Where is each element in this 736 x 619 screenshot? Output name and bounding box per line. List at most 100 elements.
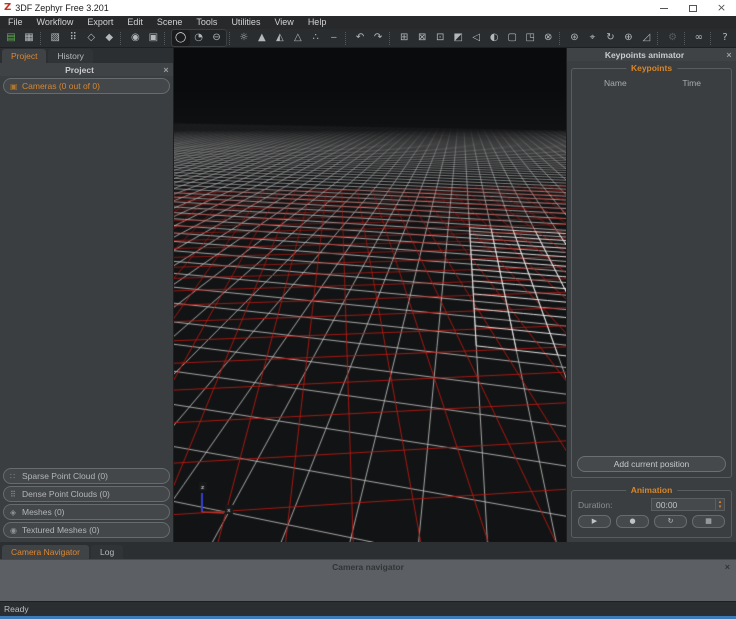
keypoints-list[interactable] [572,88,731,456]
toolbar-separator [164,32,167,45]
textured-meshes-item[interactable]: ◉Textured Meshes (0) [3,522,170,538]
play-button[interactable]: ▶ [578,515,611,528]
spinner-down-icon[interactable]: ▾ [719,505,722,510]
stereo-view-icon[interactable]: ∞ [690,30,708,46]
record-button[interactable]: ● [616,515,649,528]
select-rect-icon[interactable]: ⊡ [431,30,449,46]
keypoints-group: Keypoints Name Time Add current position [571,68,732,478]
left-tab-bar: ProjectHistory [0,48,173,63]
camera-icon: ▣ [10,82,22,91]
toolbar-separator [389,32,392,45]
lighting-icon[interactable]: ☼ [235,30,253,46]
cameras-item[interactable]: ▣ Cameras (0 out of 0) [3,78,170,94]
select-polygon-icon[interactable]: ◁ [467,30,485,46]
tab-project[interactable]: Project [2,49,46,63]
save-animation-button[interactable]: ▦ [692,515,725,528]
menu-scene[interactable]: Scene [150,16,190,29]
save-project-icon[interactable]: ▦ [20,30,38,46]
dense-point-clouds-icon: ⠿ [10,490,22,499]
keypoints-animator-panel: Keypoints animator × Keypoints Name Time… [566,48,736,542]
toolbar-separator [229,32,232,45]
density-dropdown-icon[interactable]: ‒ [325,30,343,46]
duration-spinner[interactable]: ▴ ▾ [715,499,724,510]
point-cloud-icon[interactable]: ⠿ [64,30,82,46]
tab-history[interactable]: History [48,49,92,63]
menu-workflow[interactable]: Workflow [30,16,81,29]
camera-navigator-close-icon[interactable]: × [725,562,730,572]
duration-value: 00:00 [652,500,715,510]
toolbar-group: ▧⠿◇◆ [46,30,118,46]
minimize-button[interactable] [649,0,678,16]
dense-point-clouds-item[interactable]: ⠿Dense Point Clouds (0) [3,486,170,502]
toolbar-group: ◯◔⊖ [171,29,227,47]
close-button[interactable]: × [707,0,736,16]
toolbar-group: ⊛⌖↻⊕◿ [565,30,655,46]
pivot-pin-icon[interactable]: ⌖ [583,30,601,46]
keypoints-animator-close-icon[interactable]: × [722,50,736,60]
lod-high-icon[interactable]: ▲ [253,30,271,46]
select-cursor-icon[interactable]: ⊞ [395,30,413,46]
menu-file[interactable]: File [1,16,30,29]
camera-navigator-title: Camera navigator [0,562,736,572]
viewport-container [174,48,566,542]
select-area-icon[interactable]: ▧ [46,30,64,46]
toolbar-separator [120,32,123,45]
project-tree-area[interactable] [3,96,170,468]
loop-button[interactable]: ↻ [654,515,687,528]
menu-export[interactable]: Export [80,16,120,29]
status-text: Ready [4,604,29,614]
lod-low-icon[interactable]: △ [289,30,307,46]
toolbar-group: ☼▲◭△∴‒ [235,30,343,46]
toolbar-group: ◉▣ [126,30,162,46]
deselect-cursor-icon[interactable]: ⊠ [413,30,431,46]
select-plane-icon[interactable]: ◩ [449,30,467,46]
wireframe-mesh-icon[interactable]: ◇ [82,30,100,46]
solid-mesh-icon[interactable]: ◆ [100,30,118,46]
measure-icon[interactable]: ◿ [637,30,655,46]
viewport-3d[interactable] [174,48,566,542]
rotate-mode-icon[interactable]: ◔ [190,30,208,46]
toolbar-separator [559,32,562,45]
tab-log[interactable]: Log [91,545,123,559]
orbit-gizmo-icon[interactable]: ⊛ [565,30,583,46]
add-current-position-button[interactable]: Add current position [577,456,726,472]
menu-edit[interactable]: Edit [120,16,150,29]
invert-selection-icon[interactable]: ◐ [485,30,503,46]
project-panel: ProjectHistory Project × ▣ Cameras (0 ou… [0,48,174,542]
animation-group: Animation Duration: 00:00 ▴ ▾ ▶●↻▦ [571,490,732,538]
keypoints-animator-header: Keypoints animator × [567,48,736,61]
lod-medium-icon[interactable]: ◭ [271,30,289,46]
menu-help[interactable]: Help [301,16,334,29]
textured-meshes-item-label: Textured Meshes (0) [22,525,99,535]
textured-mesh-icon[interactable]: ◉ [126,30,144,46]
menu-view[interactable]: View [267,16,300,29]
open-project-icon[interactable]: ▤ [2,30,20,46]
animation-buttons-row: ▶ ● ↻ ▦ [572,511,731,528]
meshes-item[interactable]: ◈Meshes (0) [3,504,170,520]
delete-selection-icon[interactable]: ⊗ [539,30,557,46]
toolbar: ▤▦▧⠿◇◆◉▣◯◔⊖☼▲◭△∴‒↶↷⊞⊠⊡◩◁◐▢◳⊗⊛⌖↻⊕◿⚙∞? [0,29,736,48]
undo-icon[interactable]: ↶ [351,30,369,46]
tab-camera-navigator[interactable]: Camera Navigator [2,545,89,559]
show-selection-icon[interactable]: ▢ [503,30,521,46]
redo-icon[interactable]: ↷ [369,30,387,46]
maximize-button[interactable] [678,0,707,16]
orbit-mode-icon[interactable]: ◯ [172,30,190,46]
menu-bar: FileWorkflowExportEditSceneToolsUtilitie… [0,16,736,29]
keypoints-column-name: Name [604,78,627,88]
project-panel-body: ▣ Cameras (0 out of 0) ∷Sparse Point Clo… [0,76,173,542]
move-object-icon[interactable]: ⊕ [619,30,637,46]
point-density-icon[interactable]: ∴ [307,30,325,46]
textured-meshes-icon: ◉ [10,526,22,535]
sparse-point-cloud-item[interactable]: ∷Sparse Point Cloud (0) [3,468,170,484]
menu-utilities[interactable]: Utilities [224,16,267,29]
project-panel-close-icon[interactable]: × [159,65,173,75]
menu-tools[interactable]: Tools [189,16,224,29]
duration-label: Duration: [578,500,613,510]
help-icon[interactable]: ? [716,30,734,46]
camera-view-icon[interactable]: ▣ [144,30,162,46]
duration-spinbox[interactable]: 00:00 ▴ ▾ [651,498,725,511]
pan-mode-icon[interactable]: ⊖ [208,30,226,46]
crop-selection-icon[interactable]: ◳ [521,30,539,46]
rotate-object-icon[interactable]: ↻ [601,30,619,46]
